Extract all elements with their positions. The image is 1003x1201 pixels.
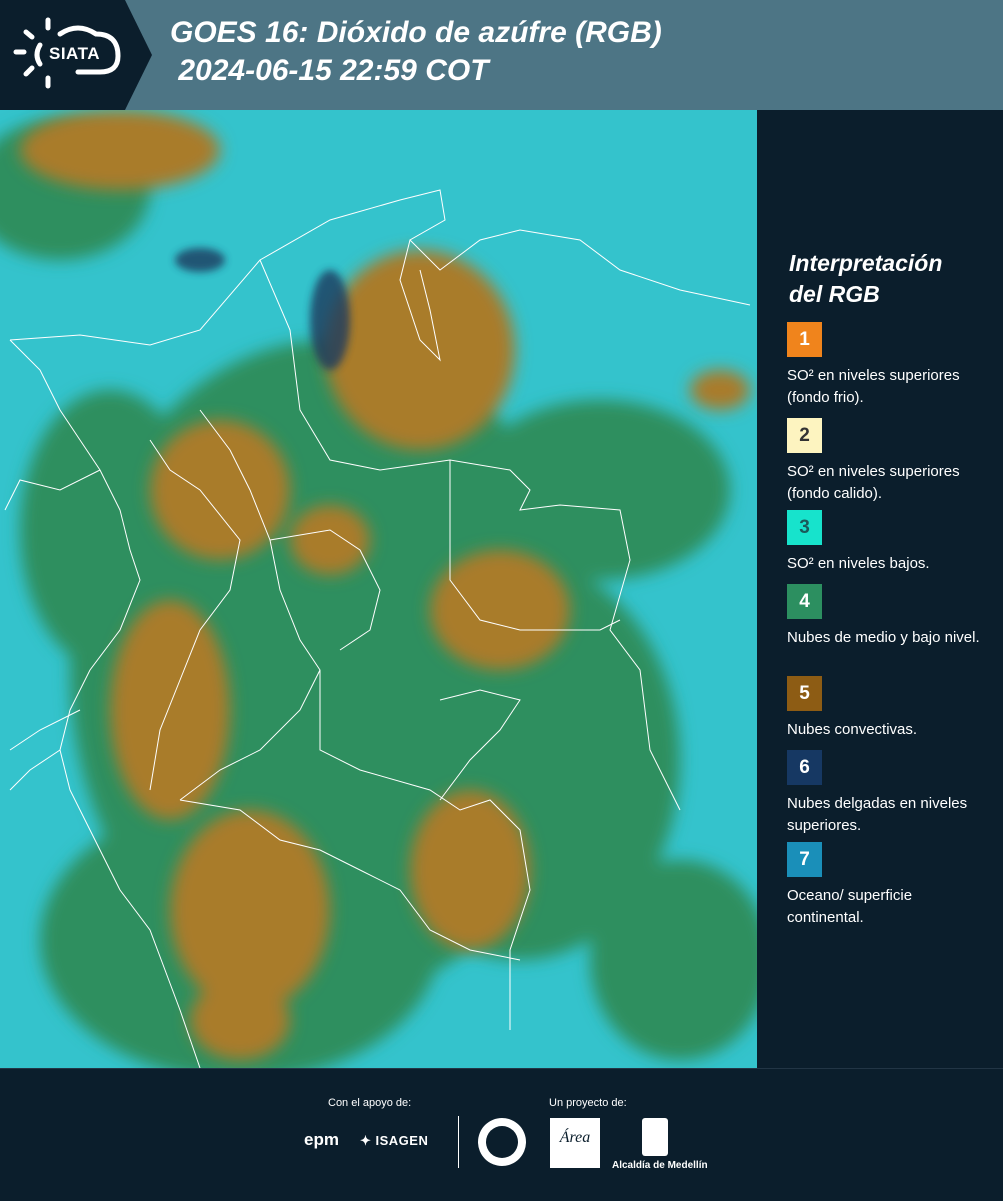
legend-swatch-3: 3	[787, 510, 822, 545]
isagen-logo: ✦ ISAGEN	[360, 1133, 429, 1148]
legend-title: Interpretación del RGB	[789, 248, 942, 310]
page-title: GOES 16: Dióxido de azúfre (RGB) 2024-06…	[170, 14, 662, 90]
support-label: Con el apoyo de:	[328, 1097, 412, 1109]
medellin-seal-icon	[478, 1118, 526, 1166]
legend-title-line-1: Interpretación	[789, 250, 943, 276]
legend-item-7: 7 Oceano/ superficie continental.	[787, 842, 987, 929]
legend-item-4: 4 Nubes de medio y bajo nivel.	[787, 584, 987, 649]
alcaldia-logo-text: Alcaldía de Medellín	[612, 1160, 708, 1171]
header-bar: SIATA GOES 16: Dióxido de azúfre (RGB) 2…	[0, 0, 1003, 110]
legend-swatch-2: 2	[787, 418, 822, 453]
legend-item-1: 1 SO² en niveles superiores (fondo frio)…	[787, 322, 987, 409]
footer-divider	[458, 1116, 459, 1168]
area-metropolitana-logo: Área	[550, 1118, 600, 1168]
legend-item-5: 5 Nubes convectivas.	[787, 676, 987, 741]
legend-label-2: SO² en niveles superiores (fondo calido)…	[787, 463, 960, 502]
legend-swatch-6: 6	[787, 750, 822, 785]
legend-label-5: Nubes convectivas.	[787, 721, 918, 738]
satellite-map	[0, 110, 757, 1068]
legend-swatch-4: 4	[787, 584, 822, 619]
legend-label-7: Oceano/ superficie continental.	[787, 887, 913, 926]
legend-label-1: SO² en niveles superiores (fondo frio).	[787, 367, 960, 406]
epm-logo: epm	[304, 1130, 339, 1149]
legend-swatch-1: 1	[787, 322, 822, 357]
title-line-1: GOES 16: Dióxido de azúfre (RGB)	[170, 16, 662, 49]
title-line-2: 2024-06-15 22:59 COT	[170, 54, 489, 87]
logo-text: SIATA	[49, 44, 100, 63]
legend-label-6: Nubes delgadas en niveles superiores.	[787, 795, 968, 834]
legend-label-4: Nubes de medio y bajo nivel.	[787, 629, 980, 646]
legend-item-6: 6 Nubes delgadas en niveles superiores.	[787, 750, 987, 837]
project-label: Un proyecto de:	[549, 1097, 627, 1109]
legend-label-3: SO² en niveles bajos.	[787, 555, 930, 572]
legend-title-line-2: del RGB	[789, 281, 880, 307]
legend-swatch-5: 5	[787, 676, 822, 711]
siata-logo: SIATA	[0, 0, 152, 110]
isagen-text: ISAGEN	[375, 1133, 429, 1148]
legend-item-2: 2 SO² en niveles superiores (fondo calid…	[787, 418, 987, 505]
legend-item-3: 3 SO² en niveles bajos.	[787, 510, 987, 575]
alcaldia-crest-icon	[642, 1118, 668, 1156]
legend-swatch-7: 7	[787, 842, 822, 877]
